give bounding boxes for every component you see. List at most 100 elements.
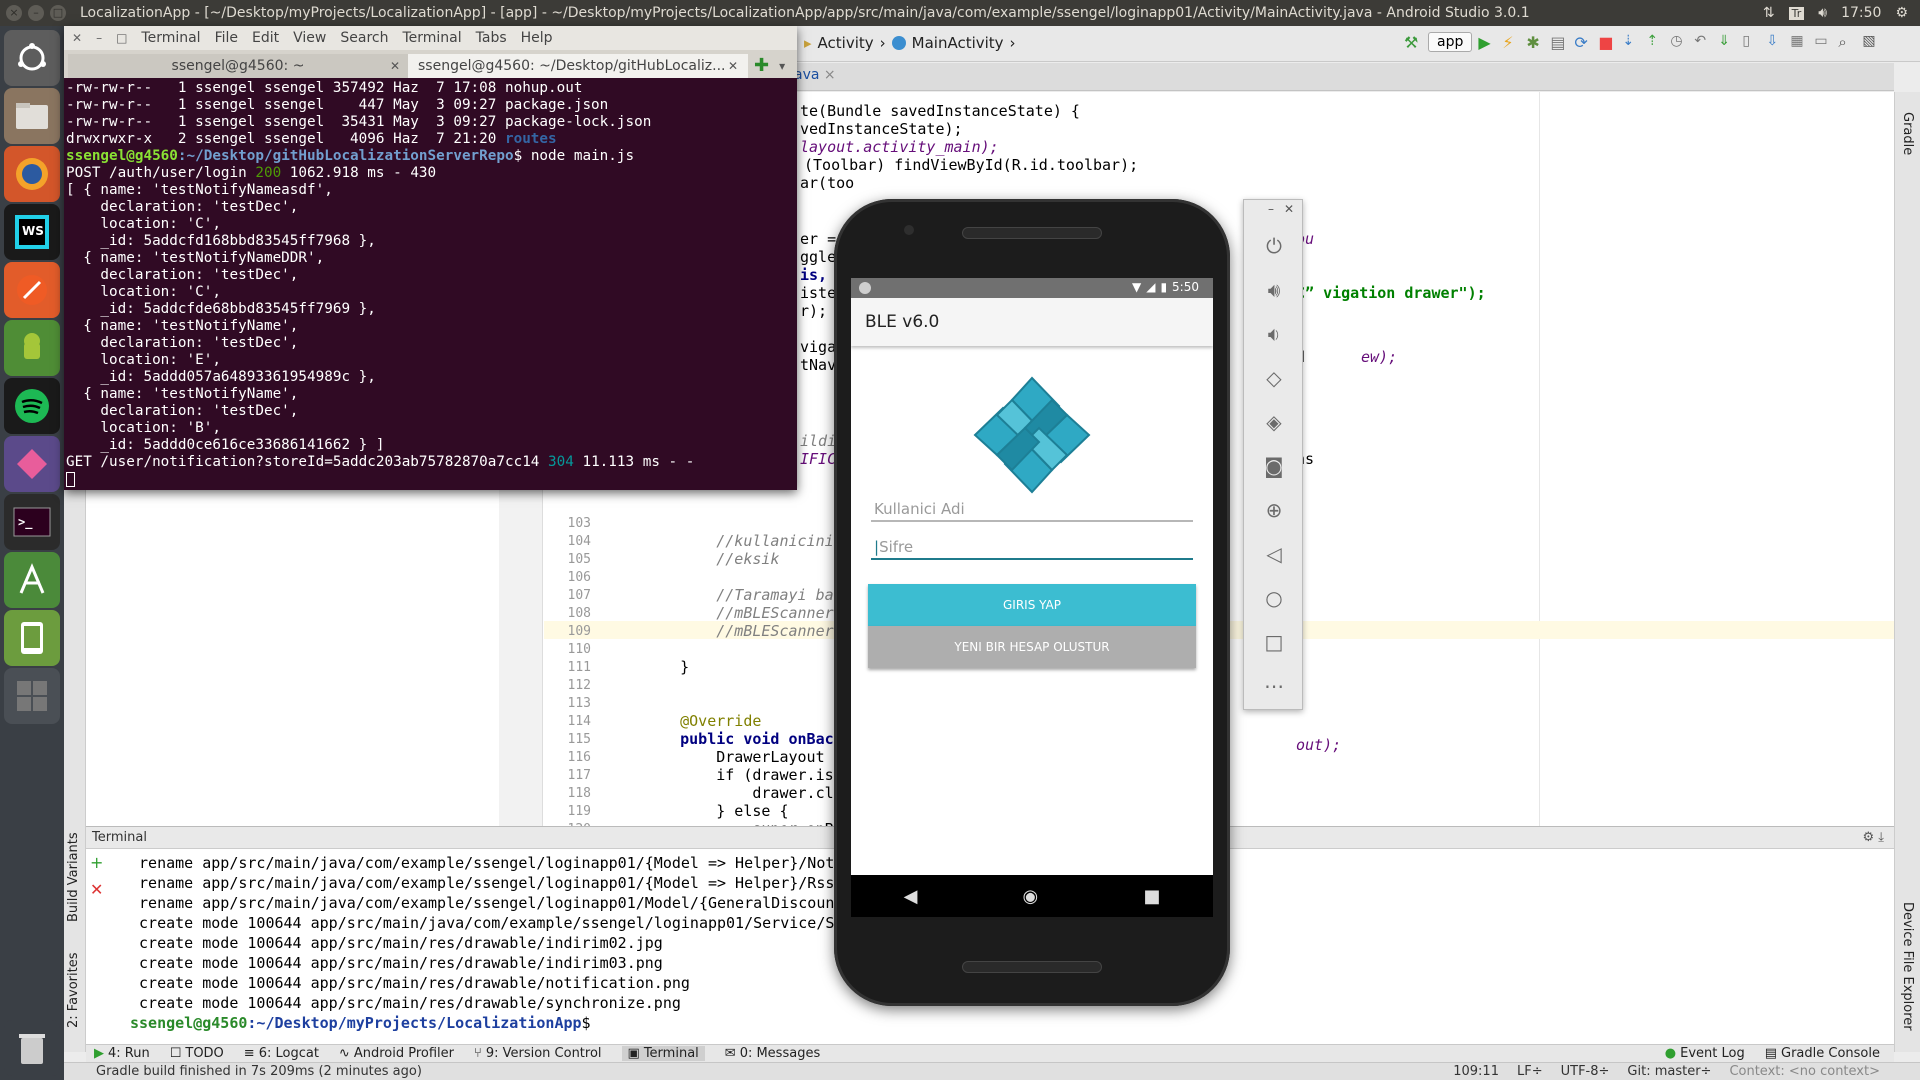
menu-terminal-2[interactable]: Terminal bbox=[402, 30, 461, 46]
tool-tab-version-control[interactable]: ⑂ 9: Version Control bbox=[474, 1046, 602, 1061]
tool-tab-run[interactable]: ▶ 4: Run bbox=[94, 1046, 150, 1061]
sync-gradle-icon[interactable]: ⇓ bbox=[1718, 33, 1736, 51]
android-studio-icon[interactable] bbox=[4, 552, 60, 608]
hide-panel-icon[interactable]: ⤓ bbox=[1878, 830, 1884, 845]
hammer-icon[interactable]: ⚒ bbox=[1404, 33, 1422, 52]
volume-up-icon[interactable]: 🔊︎ bbox=[1244, 268, 1304, 312]
vcs-commit-icon[interactable]: ⇡ bbox=[1646, 33, 1664, 51]
workspace-icon[interactable] bbox=[4, 668, 60, 724]
more-icon[interactable]: ⋯ bbox=[1244, 664, 1304, 708]
breadcrumb-activity[interactable]: Activity bbox=[818, 34, 874, 52]
menu-tabs[interactable]: Tabs bbox=[476, 30, 507, 46]
avd-manager-icon[interactable]: ▯ bbox=[1742, 33, 1760, 51]
project-structure-icon[interactable]: ▦ bbox=[1790, 33, 1808, 51]
maximize-window-icon[interactable]: □ bbox=[116, 31, 127, 45]
caret-position[interactable]: 109:11 bbox=[1453, 1064, 1499, 1079]
emulator-screen[interactable]: ▼ ◢ ▮ 5:50 BLE v6.0 Kullanici Adi |Sifre bbox=[851, 278, 1213, 917]
terminal-tab-home[interactable]: ssengel@g4560: ~ ✕ bbox=[68, 54, 408, 78]
line-separator[interactable]: LF÷ bbox=[1517, 1064, 1543, 1079]
close-session-icon[interactable]: ✕ bbox=[90, 880, 108, 899]
terminal-tab-server[interactable]: ssengel@g4560: ~/Desktop/gitHubLocaliz..… bbox=[408, 54, 748, 78]
home-icon[interactable]: ○ bbox=[1244, 576, 1304, 620]
close-window-icon[interactable]: ✕ bbox=[72, 31, 82, 45]
search-icon[interactable]: ⌕ bbox=[1838, 33, 1856, 51]
tab-gradle[interactable]: Gradle bbox=[1900, 112, 1915, 155]
menu-edit[interactable]: Edit bbox=[252, 30, 279, 46]
close-window-icon[interactable]: × bbox=[6, 5, 22, 21]
app-icon[interactable] bbox=[4, 436, 60, 492]
new-session-icon[interactable]: + bbox=[90, 853, 108, 872]
profile-icon[interactable]: ▤ bbox=[1550, 33, 1568, 52]
new-tab-icon[interactable]: ✚ bbox=[754, 54, 769, 78]
overview-icon[interactable]: □ bbox=[1244, 620, 1304, 664]
login-button[interactable]: GIRIS YAP bbox=[868, 584, 1196, 626]
close-window-icon[interactable]: ✕ bbox=[1284, 202, 1294, 222]
register-button[interactable]: YENI BIR HESAP OLUSTUR bbox=[868, 626, 1196, 668]
settings-gear-icon[interactable]: ⚙ bbox=[1895, 5, 1908, 21]
layout-inspector-icon[interactable]: ▭ bbox=[1814, 33, 1832, 51]
apply-changes-icon[interactable]: ⚡ bbox=[1502, 33, 1520, 52]
help-icon[interactable]: ▧ bbox=[1862, 33, 1880, 51]
tool-tab-event-log[interactable]: ● Event Log bbox=[1665, 1046, 1745, 1061]
attach-debugger-icon[interactable]: ⟳ bbox=[1574, 33, 1592, 52]
nav-back-icon[interactable]: ◀ bbox=[904, 886, 918, 907]
editor-tab-mainactivity[interactable]: ava × bbox=[794, 67, 836, 83]
menu-terminal[interactable]: Terminal bbox=[141, 30, 200, 46]
git-branch[interactable]: Git: master÷ bbox=[1627, 1064, 1711, 1079]
terminal-icon[interactable]: >_ bbox=[4, 494, 60, 550]
postman-icon[interactable] bbox=[4, 262, 60, 318]
run-icon[interactable]: ▶ bbox=[1478, 33, 1496, 52]
menu-view[interactable]: View bbox=[293, 30, 326, 46]
tab-favorites[interactable]: 2: Favorites bbox=[66, 952, 81, 1028]
tab-build-variants[interactable]: Build Variants bbox=[66, 832, 81, 922]
stop-icon[interactable]: ■ bbox=[1598, 33, 1616, 52]
minimize-window-icon[interactable]: – bbox=[1268, 202, 1274, 222]
android-device-icon[interactable] bbox=[4, 320, 60, 376]
username-field[interactable]: Kullanici Adi bbox=[871, 494, 1193, 522]
menu-file[interactable]: File bbox=[215, 30, 238, 46]
firefox-icon[interactable] bbox=[4, 146, 60, 202]
ubuntu-dash-icon[interactable] bbox=[4, 30, 60, 86]
tool-tab-todo[interactable]: ☐ TODO bbox=[170, 1046, 224, 1061]
trash-icon[interactable] bbox=[4, 1020, 60, 1076]
menu-search[interactable]: Search bbox=[340, 30, 388, 46]
tool-tab-messages[interactable]: ✉ 0: Messages bbox=[725, 1046, 820, 1061]
breadcrumb-mainactivity[interactable]: MainActivity bbox=[912, 34, 1004, 52]
vcs-revert-icon[interactable]: ↶ bbox=[1694, 33, 1712, 51]
emulator-icon[interactable] bbox=[4, 610, 60, 666]
run-configuration-select[interactable]: app bbox=[1428, 32, 1473, 52]
close-tab-icon[interactable]: × bbox=[824, 67, 836, 83]
vcs-update-icon[interactable]: ⇣ bbox=[1622, 33, 1640, 51]
gear-icon[interactable]: ⚙ bbox=[1862, 830, 1874, 845]
file-encoding[interactable]: UTF-8÷ bbox=[1561, 1064, 1610, 1079]
password-field[interactable]: |Sifre bbox=[871, 532, 1193, 560]
tool-tab-profiler[interactable]: ∿ Android Profiler bbox=[339, 1046, 454, 1061]
menu-help[interactable]: Help bbox=[521, 30, 553, 46]
keyboard-layout-indicator[interactable]: Tr bbox=[1788, 6, 1805, 20]
sdk-manager-icon[interactable]: ⇩ bbox=[1766, 33, 1784, 51]
nav-recents-icon[interactable]: ■ bbox=[1143, 886, 1160, 907]
files-icon[interactable] bbox=[4, 88, 60, 144]
tool-tab-gradle-console[interactable]: ▤ Gradle Console bbox=[1765, 1046, 1880, 1061]
rotate-left-icon[interactable]: ◇ bbox=[1244, 356, 1304, 400]
minimize-window-icon[interactable]: – bbox=[96, 31, 102, 45]
volume-down-icon[interactable]: 🔉︎ bbox=[1244, 312, 1304, 356]
tab-device-file-explorer[interactable]: Device File Explorer bbox=[1900, 902, 1915, 1031]
network-transfer-icon[interactable]: ⇅ bbox=[1763, 5, 1775, 21]
power-icon[interactable]: ⏻ bbox=[1244, 224, 1304, 268]
spotify-icon[interactable] bbox=[4, 378, 60, 434]
terminal-output[interactable]: rename app/src/main/java/com/example/sse… bbox=[130, 853, 843, 1033]
camera-icon[interactable]: ◙ bbox=[1244, 444, 1304, 488]
debug-icon[interactable]: ✱ bbox=[1526, 33, 1544, 52]
maximize-window-icon[interactable]: □ bbox=[50, 5, 66, 21]
tool-tab-logcat[interactable]: ≡ 6: Logcat bbox=[244, 1046, 319, 1061]
tool-tab-terminal[interactable]: ▣ Terminal bbox=[621, 1046, 705, 1061]
webstorm-icon[interactable]: WS bbox=[4, 204, 60, 260]
close-tab-icon[interactable]: ✕ bbox=[728, 59, 738, 73]
terminal-output[interactable]: -rw-rw-r-- 1 ssengel ssengel 357492 Haz … bbox=[66, 80, 795, 488]
clock[interactable]: 17:50 bbox=[1841, 5, 1881, 21]
minimize-window-icon[interactable]: – bbox=[28, 5, 44, 21]
back-icon[interactable]: ◁ bbox=[1244, 532, 1304, 576]
volume-icon[interactable]: 🔊︎ bbox=[1818, 5, 1827, 21]
rotate-right-icon[interactable]: ◈ bbox=[1244, 400, 1304, 444]
